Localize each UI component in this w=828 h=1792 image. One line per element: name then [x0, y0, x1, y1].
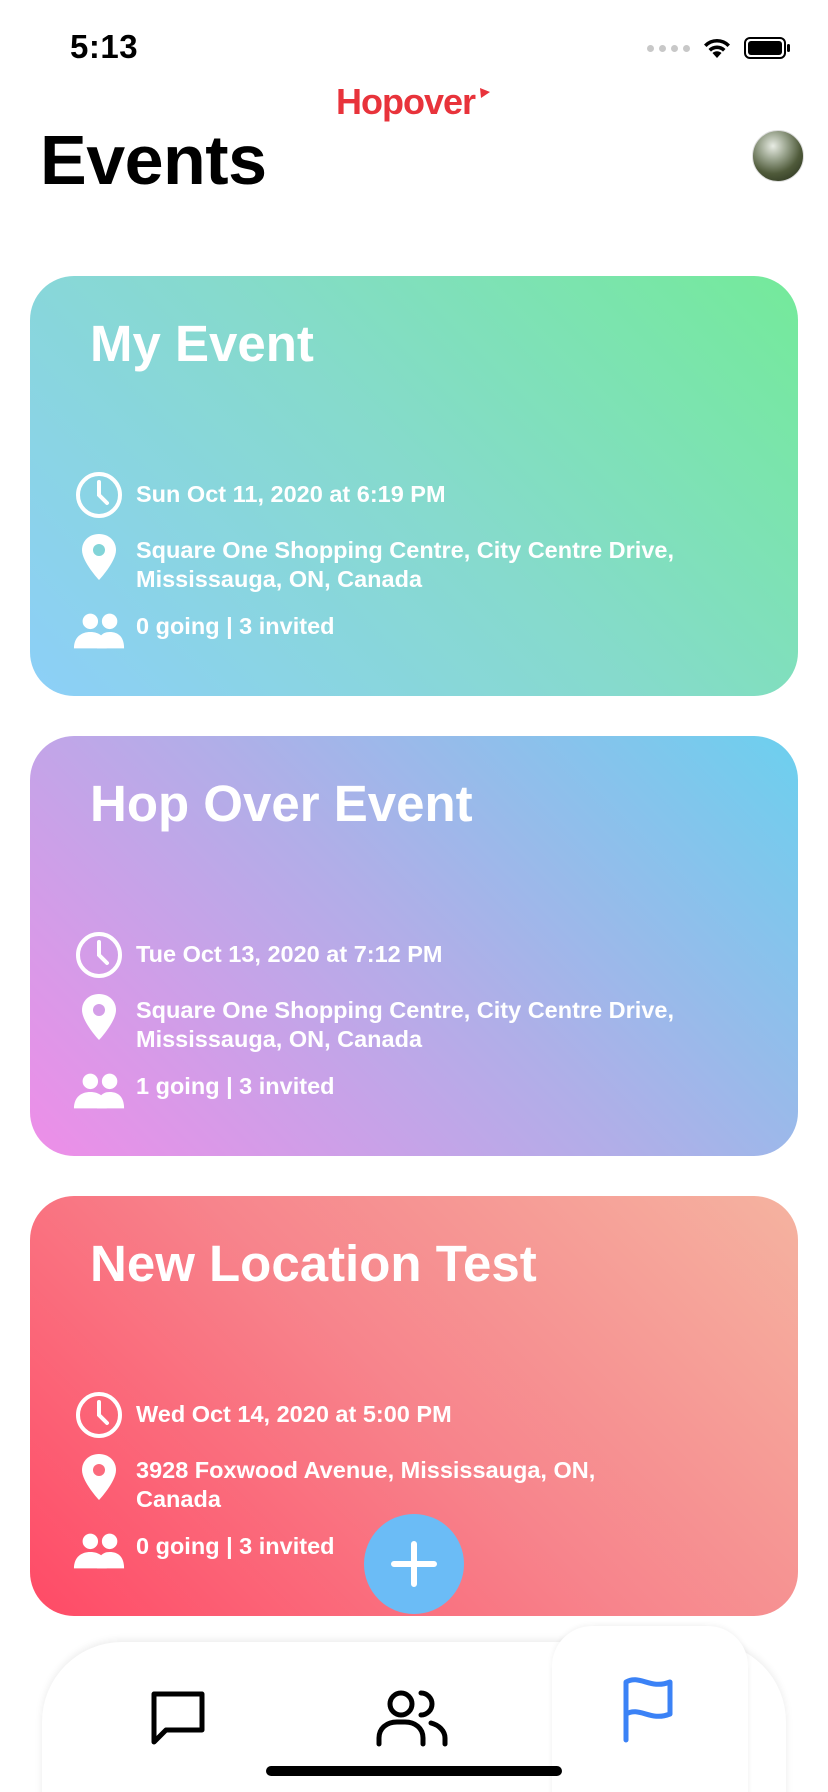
- event-location: 3928 Foxwood Avenue, Mississauga, ON, Ca…: [136, 1457, 596, 1512]
- event-datetime: Sun Oct 11, 2020 at 6:19 PM: [136, 481, 446, 507]
- add-event-button[interactable]: [364, 1514, 464, 1614]
- event-location-row: Square One Shopping Centre, City Centre …: [72, 530, 736, 594]
- hopover-logo: Hopover: [0, 80, 828, 124]
- people-icon: [72, 604, 126, 658]
- status-time: 5:13: [70, 28, 139, 65]
- event-title: Hop Over Event: [90, 775, 473, 832]
- event-datetime-row: Wed Oct 14, 2020 at 5:00 PM: [72, 1388, 452, 1442]
- tab-events[interactable]: [608, 1670, 688, 1750]
- event-datetime: Tue Oct 13, 2020 at 7:12 PM: [136, 941, 443, 967]
- friends-icon: [376, 1690, 448, 1747]
- cellular-signal-icon: [647, 44, 690, 52]
- chat-bubble-icon: [151, 1691, 205, 1745]
- event-datetime-row: Sun Oct 11, 2020 at 6:19 PM: [72, 468, 446, 522]
- clock-icon: [72, 468, 126, 522]
- event-attendance-row: 1 going | 3 invited: [72, 1064, 335, 1118]
- event-location: Square One Shopping Centre, City Centre …: [136, 537, 674, 592]
- clock-icon: [72, 928, 126, 982]
- people-icon: [72, 1064, 126, 1118]
- event-location: Square One Shopping Centre, City Centre …: [136, 997, 674, 1052]
- event-datetime: Wed Oct 14, 2020 at 5:00 PM: [136, 1401, 452, 1427]
- event-attendance: 0 going | 3 invited: [136, 1533, 335, 1559]
- location-pin-icon: [72, 530, 126, 584]
- flag-icon: [623, 1677, 673, 1743]
- profile-avatar[interactable]: [752, 130, 804, 182]
- event-location-row: 3928 Foxwood Avenue, Mississauga, ON, Ca…: [72, 1450, 656, 1514]
- event-title: My Event: [90, 315, 314, 372]
- wifi-icon: [704, 38, 730, 58]
- event-attendance-row: 0 going | 3 invited: [72, 604, 335, 658]
- home-indicator: [266, 1766, 562, 1776]
- people-icon: [72, 1524, 126, 1578]
- plus-icon: [391, 1541, 437, 1587]
- event-card[interactable]: Hop Over Event Tue Oct 13, 2020 at 7:12 …: [30, 736, 798, 1156]
- location-pin-icon: [72, 1450, 126, 1504]
- event-card[interactable]: My Event Sun Oct 11, 2020 at 6:19 PM Squ…: [30, 276, 798, 696]
- event-attendance: 0 going | 3 invited: [136, 613, 335, 639]
- clock-icon: [72, 1388, 126, 1442]
- location-pin-icon: [72, 990, 126, 1044]
- event-location-row: Square One Shopping Centre, City Centre …: [72, 990, 736, 1054]
- brand-wordmark: Hopover: [336, 81, 476, 122]
- event-attendance-row: 0 going | 3 invited: [72, 1524, 335, 1578]
- battery-icon: [744, 37, 790, 59]
- event-title: New Location Test: [90, 1235, 537, 1292]
- page-title: Events: [40, 121, 267, 199]
- tab-friends[interactable]: [372, 1678, 452, 1758]
- status-icons: [647, 36, 792, 60]
- event-attendance: 1 going | 3 invited: [136, 1073, 335, 1099]
- tab-chats[interactable]: [138, 1678, 218, 1758]
- event-datetime-row: Tue Oct 13, 2020 at 7:12 PM: [72, 928, 443, 982]
